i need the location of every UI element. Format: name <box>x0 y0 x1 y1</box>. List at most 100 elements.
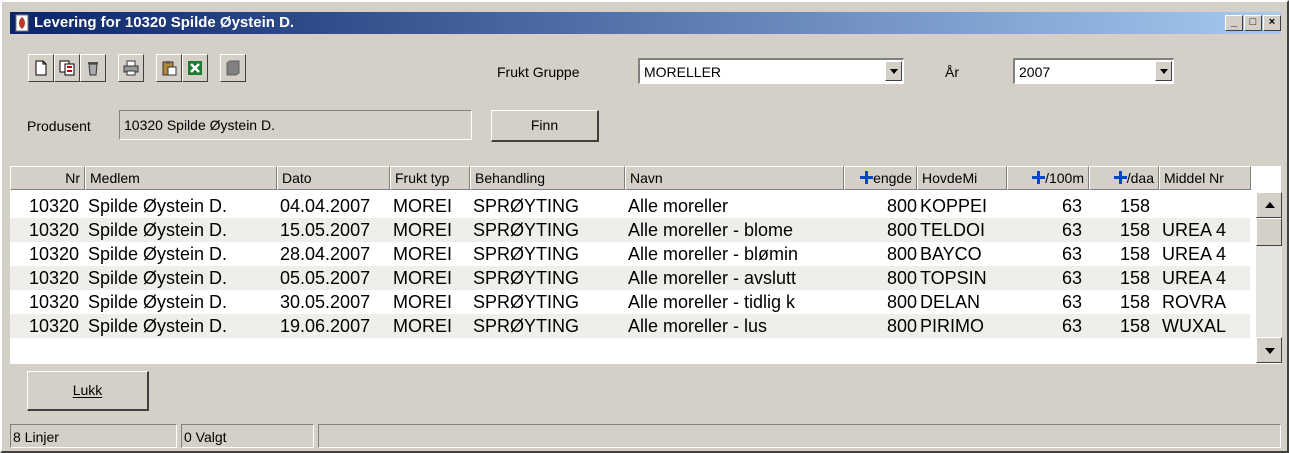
cell-medlem: Spilde Øystein D. <box>88 196 228 216</box>
table-row[interactable]: 10320 Spilde Øystein D. 30.05.2007 MOREI SPR… <box>10 290 1250 314</box>
cell-per-daa: 158 <box>1119 292 1150 312</box>
cell-hovdemiddel: TELDOI <box>920 220 986 240</box>
cell-per-100m: 63 <box>1061 244 1082 264</box>
cell-behandling: SPRØYTING <box>473 220 580 240</box>
cell-frukt-typ: MOREI <box>393 292 453 312</box>
column-header-behandling[interactable]: Behandling <box>470 166 625 190</box>
cell-per-100m: 63 <box>1061 292 1082 312</box>
scroll-down-icon[interactable] <box>1256 337 1282 363</box>
cell-middel-nr: UREA 4 <box>1162 268 1227 288</box>
column-header-per-100m[interactable]: /100m <box>1007 166 1089 190</box>
cell-per-100m: 63 <box>1061 268 1082 288</box>
cell-mengde: 800 <box>886 220 917 240</box>
cell-hovdemiddel: KOPPEI <box>920 196 988 216</box>
cell-navn: Alle moreller <box>628 196 729 216</box>
cell-nr: 10320 <box>28 292 79 312</box>
cell-medlem: Spilde Øystein D. <box>88 220 228 240</box>
cell-behandling: SPRØYTING <box>473 292 580 312</box>
finn-button-label: Finn <box>530 117 559 133</box>
window-title: Levering for 10320 Spilde Øystein D. <box>34 14 295 31</box>
cell-nr: 10320 <box>28 268 79 288</box>
cell-behandling: SPRØYTING <box>473 196 580 216</box>
cell-dato: 30.05.2007 <box>280 292 371 312</box>
cell-medlem: Spilde Øystein D. <box>88 316 228 336</box>
stop-icon[interactable] <box>220 54 246 82</box>
cell-dato: 15.05.2007 <box>280 220 371 240</box>
scroll-thumb[interactable] <box>1256 218 1282 246</box>
excel-icon[interactable] <box>182 54 208 82</box>
cell-per-100m: 63 <box>1061 196 1082 216</box>
filter-panel: Frukt Gruppe MORELLER År 2007 Produsent … <box>10 34 1281 160</box>
column-header-middel-nr[interactable]: Middel Nr <box>1159 166 1251 190</box>
frukt-gruppe-select[interactable]: MORELLER <box>638 58 904 84</box>
table-row[interactable]: 10320 Spilde Øystein D. 05.05.2007 MOREI SPR… <box>10 266 1250 290</box>
produsent-field: 10320 Spilde Øystein D. <box>119 110 472 140</box>
cell-nr: 10320 <box>28 220 79 240</box>
cell-hovdemiddel: DELAN <box>920 292 981 312</box>
cell-navn: Alle moreller - blome <box>628 220 794 240</box>
cell-navn: Alle moreller - avslutt <box>628 268 797 288</box>
cell-per-100m: 63 <box>1061 220 1082 240</box>
cell-per-daa: 158 <box>1119 196 1150 216</box>
close-icon[interactable]: × <box>1263 15 1281 31</box>
cell-middel-nr: ROVRA <box>1162 292 1227 312</box>
cell-per-daa: 158 <box>1119 316 1150 336</box>
cell-behandling: SPRØYTING <box>473 316 580 336</box>
cell-mengde: 800 <box>886 196 917 216</box>
column-header-nr[interactable]: Nr <box>10 166 85 190</box>
column-header-per-daa[interactable]: /daa <box>1089 166 1159 190</box>
column-header-hovdemiddel[interactable]: HovdeMi <box>917 166 1007 190</box>
finn-button[interactable]: Finn <box>491 110 599 142</box>
column-header-navn[interactable]: Navn <box>625 166 844 190</box>
column-header-dato[interactable]: Dato <box>277 166 390 190</box>
cell-mengde: 800 <box>886 316 917 336</box>
delete-icon[interactable] <box>80 54 106 82</box>
aar-select[interactable]: 2007 <box>1013 58 1174 84</box>
scroll-up-icon[interactable] <box>1256 192 1282 218</box>
print-icon[interactable] <box>118 54 144 82</box>
frukt-gruppe-value: MORELLER <box>644 64 722 80</box>
cell-middel-nr: UREA 4 <box>1162 244 1227 264</box>
cell-dato: 28.04.2007 <box>280 244 371 264</box>
cell-navn: Alle moreller - lus <box>628 316 768 336</box>
cell-behandling: SPRØYTING <box>473 268 580 288</box>
cell-nr: 10320 <box>28 316 79 336</box>
column-header-frukt-typ[interactable]: Frukt typ <box>390 166 470 190</box>
chevron-down-icon[interactable] <box>1155 61 1172 81</box>
vertical-scrollbar[interactable] <box>1256 192 1282 363</box>
status-empty-panel <box>318 424 1281 448</box>
lukk-button[interactable]: Lukk <box>27 371 149 411</box>
cell-medlem: Spilde Øystein D. <box>88 292 228 312</box>
paste-icon[interactable] <box>156 54 182 82</box>
cell-frukt-typ: MOREI <box>393 268 453 288</box>
plus-icon <box>1032 171 1046 184</box>
maximize-icon[interactable]: □ <box>1244 15 1262 31</box>
title-bar[interactable]: Levering for 10320 Spilde Øystein D. _ □… <box>10 12 1281 34</box>
cell-medlem: Spilde Øystein D. <box>88 244 228 264</box>
cell-frukt-typ: MOREI <box>393 220 453 240</box>
plus-icon <box>1113 171 1127 184</box>
status-selected: 0 Valgt <box>181 424 314 448</box>
aar-value: 2007 <box>1019 64 1051 80</box>
column-header-medlem[interactable]: Medlem <box>85 166 277 190</box>
plus-icon <box>860 171 874 184</box>
cell-navn: Alle moreller - tidlig k <box>628 292 796 312</box>
table-row[interactable]: 10320 Spilde Øystein D. 19.06.2007 MOREI SPR… <box>10 314 1250 338</box>
minimize-icon[interactable]: _ <box>1225 15 1243 31</box>
table-row[interactable]: 10320 Spilde Øystein D. 15.05.2007 MOREI SPR… <box>10 218 1250 242</box>
produsent-label: Produsent <box>27 118 91 134</box>
cell-behandling: SPRØYTING <box>473 244 580 264</box>
cell-per-100m: 63 <box>1061 316 1082 336</box>
cell-navn: Alle moreller - blømin <box>628 244 799 264</box>
copy-icon[interactable] <box>54 54 80 82</box>
chevron-down-icon[interactable] <box>885 61 902 81</box>
cell-hovdemiddel: BAYCO <box>920 244 982 264</box>
table-row[interactable]: 10320 Spilde Øystein D. 28.04.2007 MOREI SPR… <box>10 242 1250 266</box>
cell-medlem: Spilde Øystein D. <box>88 268 228 288</box>
new-document-icon[interactable] <box>28 54 54 82</box>
delivery-table[interactable]: Nr Medlem Dato Frukt typ Behandling Navn… <box>10 166 1281 364</box>
cell-nr: 10320 <box>28 196 79 216</box>
table-row[interactable]: 10320 Spilde Øystein D. 04.04.2007 MOREI SPR… <box>10 194 1250 218</box>
column-header-mengde[interactable]: engde <box>844 166 917 190</box>
frukt-gruppe-label: Frukt Gruppe <box>497 64 580 80</box>
